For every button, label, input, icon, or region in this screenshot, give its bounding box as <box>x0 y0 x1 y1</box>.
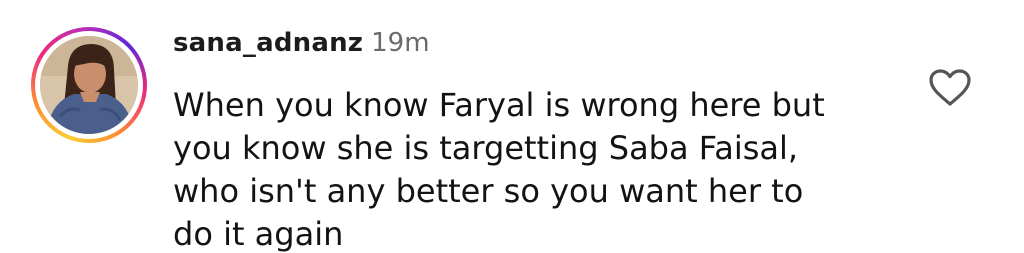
comment-line: who isn't any better so you want her to <box>173 172 804 210</box>
username[interactable]: sana_adnanz <box>173 28 363 58</box>
avatar[interactable] <box>40 36 138 134</box>
avatar-image <box>40 36 138 134</box>
heart-outline-icon <box>929 69 971 106</box>
comment: sana_adnanz 19m When you know Faryal is w… <box>0 0 1024 253</box>
story-ring[interactable] <box>31 27 147 143</box>
comment-line: When you know Faryal is wrong here but <box>173 86 825 124</box>
comment-line: you know she is targetting Saba Faisal, <box>173 129 799 167</box>
timestamp: 19m <box>371 28 430 58</box>
comment-line: do it again <box>173 215 344 253</box>
comment-header: sana_adnanz 19m <box>173 28 430 64</box>
comment-text: When you know Faryal is wrong here but y… <box>173 84 893 253</box>
like-button[interactable] <box>928 68 972 108</box>
